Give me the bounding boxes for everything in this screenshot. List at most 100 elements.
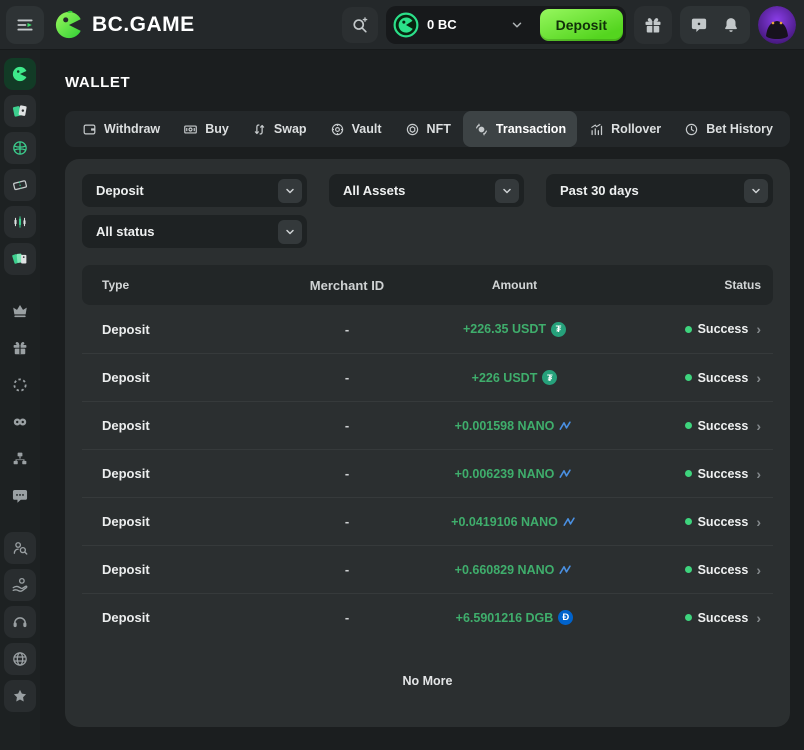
tab-withdraw[interactable]: Withdraw <box>71 111 171 147</box>
filter-period-select[interactable]: Past 30 days <box>546 174 773 207</box>
nft-coin-icon <box>405 122 420 137</box>
table-row[interactable]: Deposit - +0.0419106 NANO Success› <box>82 497 773 545</box>
filter-status-select[interactable]: All status <box>82 215 307 248</box>
sidebar-item-casino[interactable] <box>4 95 36 127</box>
sidebar-item-support[interactable] <box>4 606 36 638</box>
bell-icon[interactable] <box>722 16 740 34</box>
sidebar-item-community[interactable] <box>4 406 36 438</box>
success-dot <box>685 470 692 477</box>
language-globe-icon <box>11 650 29 668</box>
row-type: Deposit <box>82 370 262 385</box>
column-status: Status <box>597 278 773 292</box>
vip-crown-icon <box>11 302 29 320</box>
avatar[interactable] <box>758 6 796 44</box>
table-row[interactable]: Deposit - +6.5901216 DGBĐ Success› <box>82 593 773 641</box>
balance-selector[interactable]: 0 BC Deposit <box>386 6 626 44</box>
table-row[interactable]: Deposit - +0.660829 NANO Success› <box>82 545 773 593</box>
sidebar-item-spin[interactable] <box>4 369 36 401</box>
row-merchant-id: - <box>262 466 432 481</box>
sidebar-item-trading[interactable] <box>4 206 36 238</box>
sidebar-item-affiliate[interactable] <box>4 443 36 475</box>
sidebar-item-sports[interactable] <box>4 132 36 164</box>
nano-icon <box>559 418 574 433</box>
buy-banknote-icon <box>183 122 198 137</box>
table-row[interactable]: Deposit - +226 USDT ₮ Success › <box>82 353 773 401</box>
support-headset-icon <box>11 613 29 631</box>
row-amount: +226.35 USDT <box>463 322 546 336</box>
tab-swap[interactable]: Swap <box>241 111 318 147</box>
row-type: Deposit <box>82 610 262 625</box>
row-amount: +0.660829 NANO <box>455 563 555 577</box>
chevron-down-icon <box>495 179 519 203</box>
chevron-right-icon: › <box>756 371 761 385</box>
affiliate-icon <box>11 450 29 468</box>
nano-icon <box>559 466 574 481</box>
table-row[interactable]: Deposit - +226.35 USDT₮ Success› <box>82 305 773 353</box>
tab-label: Bet History <box>706 122 773 136</box>
chevron-down-icon <box>744 179 768 203</box>
row-merchant-id: - <box>262 418 432 433</box>
row-merchant-id: - <box>262 370 432 385</box>
transaction-panel: Deposit All Assets Past 30 days <box>65 159 790 727</box>
chevron-right-icon: › <box>756 419 761 433</box>
menu-button[interactable] <box>6 6 44 44</box>
game-tags-icon <box>11 250 29 268</box>
transaction-coin-icon <box>474 122 489 137</box>
deposit-button[interactable]: Deposit <box>540 9 623 41</box>
status-badge: Success <box>698 467 749 481</box>
chat-icon[interactable] <box>690 16 708 34</box>
bc-game-logo[interactable]: BC.GAME <box>54 10 195 40</box>
sidebar-item-vip[interactable] <box>4 295 36 327</box>
sidebar-item-bc-home[interactable] <box>4 58 36 90</box>
tab-rollover[interactable]: Rollover <box>578 111 672 147</box>
tab-nft[interactable]: NFT <box>394 111 462 147</box>
tab-label: Swap <box>274 122 307 136</box>
tab-transaction[interactable]: Transaction <box>463 111 577 147</box>
sidebar-item-sponsorship[interactable] <box>4 569 36 601</box>
tab-label: NFT <box>427 122 451 136</box>
sidebar-item-promotions[interactable] <box>4 243 36 275</box>
bet-history-clock-icon <box>684 122 699 137</box>
bonus-gift-icon <box>11 339 29 357</box>
filter-type-select[interactable]: Deposit <box>82 174 307 207</box>
table-row[interactable]: Deposit - +0.001598 NANO Success› <box>82 401 773 449</box>
filter-asset-select[interactable]: All Assets <box>329 174 524 207</box>
trading-candles-icon <box>11 213 29 231</box>
tab-bet-history[interactable]: Bet History <box>673 111 784 147</box>
row-amount: +226 USDT <box>472 371 538 385</box>
table-row[interactable]: Deposit - +0.006239 NANO Success› <box>82 449 773 497</box>
sidebar-item-fairness[interactable] <box>4 532 36 564</box>
sports-ball-icon <box>11 139 29 157</box>
gift-button[interactable] <box>634 6 672 44</box>
table-header: Type Merchant ID Amount Status <box>82 265 773 305</box>
row-type: Deposit <box>82 322 262 337</box>
success-dot <box>685 422 692 429</box>
sidebar-item-bonus[interactable] <box>4 332 36 364</box>
sidebar-item-favorites[interactable] <box>4 680 36 712</box>
tab-label: Rollover <box>611 122 661 136</box>
row-type: Deposit <box>82 418 262 433</box>
row-amount: +0.0419106 NANO <box>451 515 558 529</box>
status-badge: Success <box>698 371 749 385</box>
filter-type-value: Deposit <box>96 183 144 198</box>
vault-dial-icon <box>330 122 345 137</box>
chevron-right-icon: › <box>756 515 761 529</box>
row-amount: +0.006239 NANO <box>455 467 555 481</box>
search-button[interactable] <box>342 7 378 43</box>
swap-arrows-icon <box>252 122 267 137</box>
main-content: WALLET Withdraw Buy Swap <box>40 50 804 750</box>
sidebar-item-language[interactable] <box>4 643 36 675</box>
sidebar-item-lottery[interactable] <box>4 169 36 201</box>
forum-chat-icon <box>11 487 29 505</box>
row-amount: +0.001598 NANO <box>455 419 555 433</box>
row-amount: +6.5901216 DGB <box>456 611 554 625</box>
tab-label: Transaction <box>496 122 566 136</box>
usdt-icon: ₮ <box>542 370 557 385</box>
lottery-ticket-icon <box>11 176 29 194</box>
tab-buy[interactable]: Buy <box>172 111 240 147</box>
tab-vault[interactable]: Vault <box>319 111 393 147</box>
success-dot <box>685 326 692 333</box>
filter-period-value: Past 30 days <box>560 183 639 198</box>
chevron-down-icon <box>278 179 302 203</box>
sidebar-item-forum[interactable] <box>4 480 36 512</box>
